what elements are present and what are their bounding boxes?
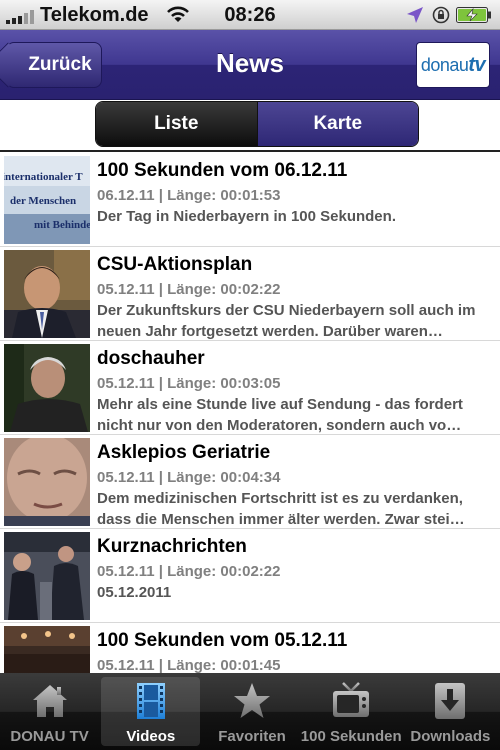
tab-label: Favoriten (218, 728, 286, 745)
video-meta: 05.12.11 | Länge: 00:01:45 (97, 657, 281, 673)
video-description: Dem medizinischen Fortschritt ist es zu … (97, 490, 465, 528)
video-title: Asklepios Geriatrie (97, 442, 271, 463)
rotation-lock-icon (432, 6, 450, 24)
list-item[interactable]: internationaler T der Menschen mit Behin… (0, 153, 500, 247)
logo-text: donau (420, 54, 469, 75)
back-button-label: Zurück (28, 54, 92, 75)
tab-label: Downloads (410, 728, 491, 745)
film-icon (136, 683, 165, 719)
svg-text:internationaler T: internationaler T (4, 171, 83, 183)
status-bar: Telekom.de 08:26 (0, 0, 500, 30)
video-thumbnail (4, 438, 90, 526)
list-item[interactable]: Asklepios Geriatrie 05.12.11 | Länge: 00… (0, 435, 500, 529)
video-description: Der Zukunftskurs der CSU Niederbayern so… (97, 302, 476, 340)
video-thumbnail (4, 344, 90, 432)
status-time: 08:26 (224, 4, 276, 26)
tab-label: Videos (126, 728, 176, 745)
tab-videos[interactable]: Videos (101, 677, 201, 746)
navigation-bar: Zurück News donau tv (0, 30, 500, 100)
star-icon (234, 683, 270, 718)
video-meta: 05.12.11 | Länge: 00:02:22 (97, 281, 281, 298)
segment-map[interactable]: Karte (256, 102, 418, 146)
tab-favoriten[interactable]: Favoriten (202, 673, 301, 750)
list-item[interactable]: doschauher 05.12.11 | Länge: 00:03:05 Me… (0, 341, 500, 435)
house-icon (32, 685, 67, 717)
video-title: CSU-Aktionsplan (97, 254, 253, 275)
view-switcher-bar: Liste Karte (0, 100, 500, 152)
video-thumbnail (4, 250, 90, 338)
download-icon (435, 683, 466, 719)
video-list: internationaler T der Menschen mit Behin… (0, 153, 500, 673)
list-item[interactable]: CSU-Aktionsplan 05.12.11 | Länge: 00:02:… (0, 247, 500, 341)
video-description: Mehr als eine Stunde live auf Sendung - … (97, 396, 463, 434)
logo-tv-text: tv (468, 53, 486, 76)
video-thumbnail: internationaler T der Menschen mit Behin… (4, 156, 90, 244)
tab-bar: DONAU TV Videos Favoriten 100 Sekunden D… (0, 673, 500, 750)
video-description: Der Tag in Niederbayern in 100 Sekunden. (97, 208, 396, 225)
tab-donau-tv[interactable]: DONAU TV (0, 673, 99, 750)
video-title: 100 Sekunden vom 05.12.11 (97, 630, 348, 651)
video-title: 100 Sekunden vom 06.12.11 (97, 160, 348, 181)
video-thumbnail (4, 532, 90, 620)
tab-downloads[interactable]: Downloads (401, 673, 500, 750)
segmented-control: Liste Karte (95, 101, 419, 147)
list-item[interactable]: 100 Sekunden vom 05.12.11 05.12.11 | Län… (0, 623, 500, 673)
video-meta: 06.12.11 | Länge: 00:01:53 (97, 187, 281, 204)
video-title: Kurznachrichten (97, 536, 247, 557)
svg-text:der Menschen: der Menschen (10, 195, 76, 207)
video-title: doschauher (97, 348, 205, 369)
donau-tv-logo[interactable]: donau tv (416, 42, 490, 88)
battery-charging-icon (456, 7, 491, 23)
svg-text:mit Behinde: mit Behinde (34, 219, 90, 231)
video-meta: 05.12.11 | Länge: 00:03:05 (97, 375, 281, 392)
video-thumbnail (4, 626, 90, 673)
video-meta: 05.12.11 | Länge: 00:02:22 (97, 563, 281, 580)
tab-label: 100 Sekunden (300, 728, 402, 745)
video-meta: 05.12.11 | Länge: 00:04:34 (97, 469, 281, 486)
tab-100-sekunden[interactable]: 100 Sekunden (300, 673, 402, 750)
location-arrow-icon (407, 7, 423, 23)
list-item[interactable]: Kurznachrichten 05.12.11 | Länge: 00:02:… (0, 529, 500, 623)
segment-list[interactable]: Liste (96, 102, 257, 146)
tab-label: DONAU TV (10, 728, 89, 745)
tv-icon (333, 682, 370, 717)
video-description: 05.12.2011 (97, 584, 172, 601)
